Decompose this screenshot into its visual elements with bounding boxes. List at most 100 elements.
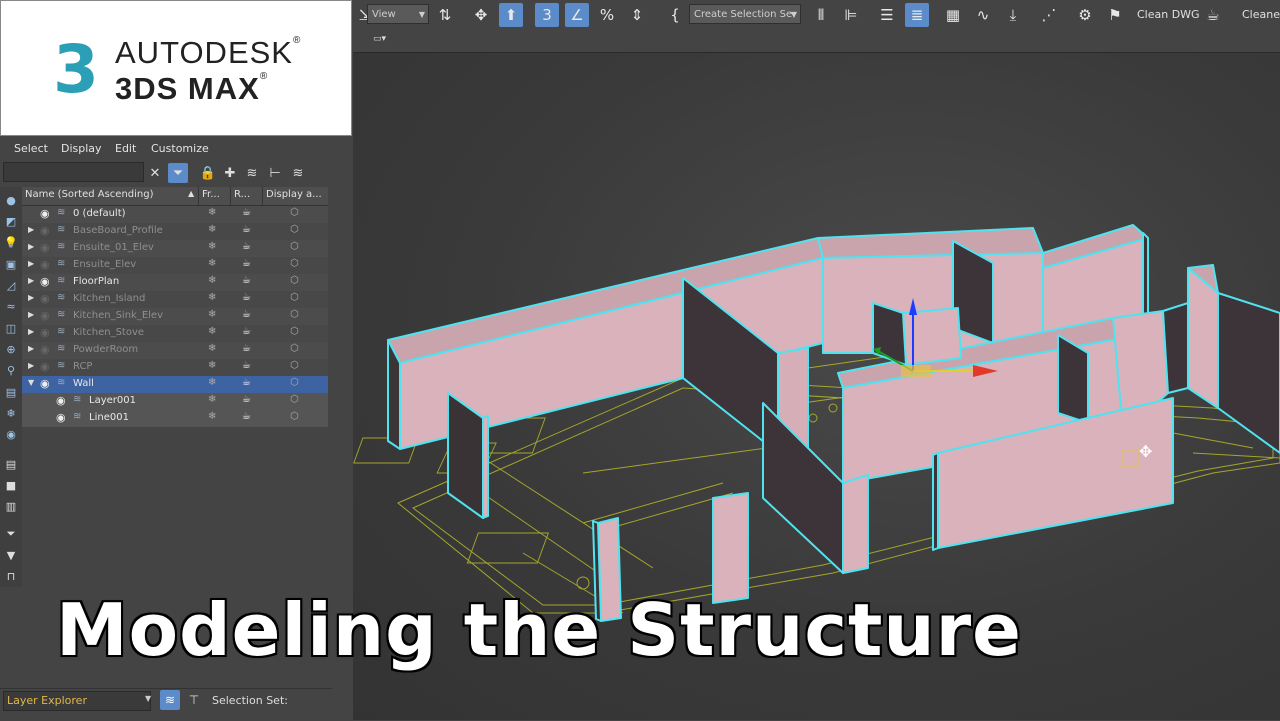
- freeze-snowflake-icon[interactable]: ❄: [208, 360, 216, 371]
- select-object-icon[interactable]: ⬆: [499, 3, 523, 27]
- toolbar-overflow-icon[interactable]: ▭▾: [373, 34, 395, 46]
- hierarchy-toggle-icon[interactable]: ⊤: [184, 690, 204, 710]
- visibility-eye-icon[interactable]: ◉: [40, 224, 50, 237]
- display-box-icon[interactable]: ⬡: [290, 377, 299, 388]
- freeze-snowflake-icon[interactable]: ❄: [208, 411, 216, 422]
- clear-search-icon[interactable]: ✕: [145, 163, 165, 183]
- renderable-teapot-icon[interactable]: ☕: [242, 360, 251, 371]
- layer-row[interactable]: ▶ ◉ ≋ PowderRoom ❄ ☕ ⬡: [22, 342, 328, 359]
- freeze-snowflake-icon[interactable]: ❄: [208, 343, 216, 354]
- renderable-teapot-icon[interactable]: ☕: [242, 275, 251, 286]
- expand-arrow-icon[interactable]: ▶: [28, 259, 34, 268]
- renderable-teapot-icon[interactable]: ☕: [242, 258, 251, 269]
- named-selection-combo[interactable]: Create Selection Se ▼: [689, 4, 801, 24]
- visibility-eye-icon[interactable]: ◉: [56, 394, 66, 407]
- toggle-layer-explorer-icon[interactable]: ≣: [905, 3, 929, 27]
- layer-row[interactable]: ▼ ◉ ≋ Wall ❄ ☕ ⬡: [22, 376, 328, 393]
- visibility-eye-icon[interactable]: ◉: [40, 343, 50, 356]
- dope-sheet-icon[interactable]: ⤓: [1001, 3, 1025, 27]
- display-box-icon[interactable]: ⬡: [290, 360, 299, 371]
- renderable-teapot-icon[interactable]: ☕: [242, 309, 251, 320]
- freeze-snowflake-icon[interactable]: ❄: [208, 326, 216, 337]
- expand-arrow-icon[interactable]: ▶: [28, 293, 34, 302]
- toggle-scene-explorer-icon[interactable]: ☰: [875, 3, 899, 27]
- align-icon[interactable]: ⊫: [839, 3, 863, 27]
- toggle-ribbon-icon[interactable]: ▦: [941, 3, 965, 27]
- display-frozen-icon[interactable]: ❄: [3, 406, 19, 420]
- layer-row[interactable]: ▶ ◉ ≋ Kitchen_Island ❄ ☕ ⬡: [22, 291, 328, 308]
- column-frozen[interactable]: Fr...: [202, 189, 220, 200]
- move-icon[interactable]: ✥: [469, 3, 493, 27]
- schematic-view-icon[interactable]: ⋰: [1037, 3, 1061, 27]
- freeze-snowflake-icon[interactable]: ❄: [208, 394, 216, 405]
- column-name[interactable]: Name (Sorted Ascending): [25, 189, 154, 200]
- snap-3d-icon[interactable]: 3: [535, 3, 559, 27]
- chevron-down-icon[interactable]: ▼: [145, 694, 151, 703]
- expand-arrow-icon[interactable]: ▶: [28, 310, 34, 319]
- menu-customize[interactable]: Customize: [151, 142, 209, 155]
- display-box-icon[interactable]: ⬡: [290, 343, 299, 354]
- layer-row[interactable]: ◉ ≋ Layer001 ❄ ☕ ⬡: [22, 393, 328, 410]
- mirror-icon[interactable]: ⫴: [809, 3, 833, 27]
- filter-options-icon[interactable]: ⏷: [3, 527, 19, 541]
- renderable-teapot-icon[interactable]: ☕: [242, 241, 251, 252]
- expand-arrow-icon[interactable]: ▶: [28, 242, 34, 251]
- freeze-snowflake-icon[interactable]: ❄: [208, 309, 216, 320]
- explorer-type-combo[interactable]: Layer Explorer: [3, 691, 151, 711]
- display-groups-icon[interactable]: ◫: [3, 321, 19, 335]
- freeze-snowflake-icon[interactable]: ❄: [208, 275, 216, 286]
- display-spacewarps-icon[interactable]: ≈: [3, 299, 19, 313]
- menu-edit[interactable]: Edit: [115, 142, 136, 155]
- freeze-snowflake-icon[interactable]: ❄: [208, 377, 216, 388]
- display-box-icon[interactable]: ⬡: [290, 241, 299, 252]
- layer-row[interactable]: ▶ ◉ ≋ Kitchen_Sink_Elev ❄ ☕ ⬡: [22, 308, 328, 325]
- visibility-eye-icon[interactable]: ◉: [40, 360, 50, 373]
- layer-row[interactable]: ▶ ◉ ≋ Ensuite_Elev ❄ ☕ ⬡: [22, 257, 328, 274]
- funnel-icon[interactable]: ▼: [3, 548, 19, 562]
- menu-display[interactable]: Display: [61, 142, 102, 155]
- display-containers-icon[interactable]: ▤: [3, 385, 19, 399]
- reference-coordinate-combo[interactable]: View ▼: [367, 4, 429, 24]
- layer-row[interactable]: ◉ ≋ 0 (default) ❄ ☕ ⬡: [22, 206, 328, 223]
- expand-arrow-icon[interactable]: ▶: [28, 276, 34, 285]
- display-box-icon[interactable]: ⬡: [290, 275, 299, 286]
- layer-row[interactable]: ▶ ◉ ≋ RCP ❄ ☕ ⬡: [22, 359, 328, 376]
- lock-icon[interactable]: 🔒: [198, 163, 218, 183]
- renderable-teapot-icon[interactable]: ☕: [242, 326, 251, 337]
- angle-snap-icon[interactable]: ∠: [565, 3, 589, 27]
- renderable-teapot-icon[interactable]: ☕: [242, 394, 251, 405]
- create-layer-icon[interactable]: ✚: [220, 163, 240, 183]
- display-box-icon[interactable]: ⬡: [290, 326, 299, 337]
- display-all-icon[interactable]: ▤: [3, 457, 19, 471]
- column-render[interactable]: R...: [234, 189, 250, 200]
- layer-row[interactable]: ▶ ◉ ≋ BaseBoard_Profile ❄ ☕ ⬡: [22, 223, 328, 240]
- display-settings-icon[interactable]: ⊓: [3, 569, 19, 583]
- renderable-teapot-icon[interactable]: ☕: [242, 343, 251, 354]
- expand-arrow-icon[interactable]: ▶: [28, 361, 34, 370]
- visibility-eye-icon[interactable]: ◉: [40, 326, 50, 339]
- display-box-icon[interactable]: ⬡: [290, 258, 299, 269]
- layer-row[interactable]: ▶ ◉ ≋ FloorPlan ❄ ☕ ⬡: [22, 274, 328, 291]
- display-box-icon[interactable]: ⬡: [290, 224, 299, 235]
- display-box-icon[interactable]: ⬡: [290, 394, 299, 405]
- display-box-icon[interactable]: ⬡: [290, 411, 299, 422]
- visibility-eye-icon[interactable]: ◉: [40, 258, 50, 271]
- layer-row[interactable]: ▶ ◉ ≋ Kitchen_Stove ❄ ☕ ⬡: [22, 325, 328, 342]
- layer-search-input[interactable]: [3, 162, 144, 182]
- display-bones-icon[interactable]: ⚲: [3, 363, 19, 377]
- clean-dwg-button[interactable]: Clean DWG: [1137, 8, 1200, 21]
- filter-icon[interactable]: ⏷: [168, 163, 188, 183]
- renderable-teapot-icon[interactable]: ☕: [242, 224, 251, 235]
- display-box-icon[interactable]: ⬡: [290, 207, 299, 218]
- hierarchy-icon[interactable]: ⊢: [265, 163, 285, 183]
- display-cameras-icon[interactable]: ▣: [3, 257, 19, 271]
- freeze-snowflake-icon[interactable]: ❄: [208, 241, 216, 252]
- display-none-icon[interactable]: ■: [3, 478, 19, 492]
- display-shapes-icon[interactable]: ◩: [3, 214, 19, 228]
- layers-toggle-icon[interactable]: ≋: [160, 690, 180, 710]
- pivot-center-icon[interactable]: ⇅: [433, 3, 457, 27]
- visibility-eye-icon[interactable]: ◉: [40, 241, 50, 254]
- freeze-snowflake-icon[interactable]: ❄: [208, 258, 216, 269]
- menu-select[interactable]: Select: [14, 142, 48, 155]
- clean-dwg-icon[interactable]: ⚑: [1103, 3, 1127, 27]
